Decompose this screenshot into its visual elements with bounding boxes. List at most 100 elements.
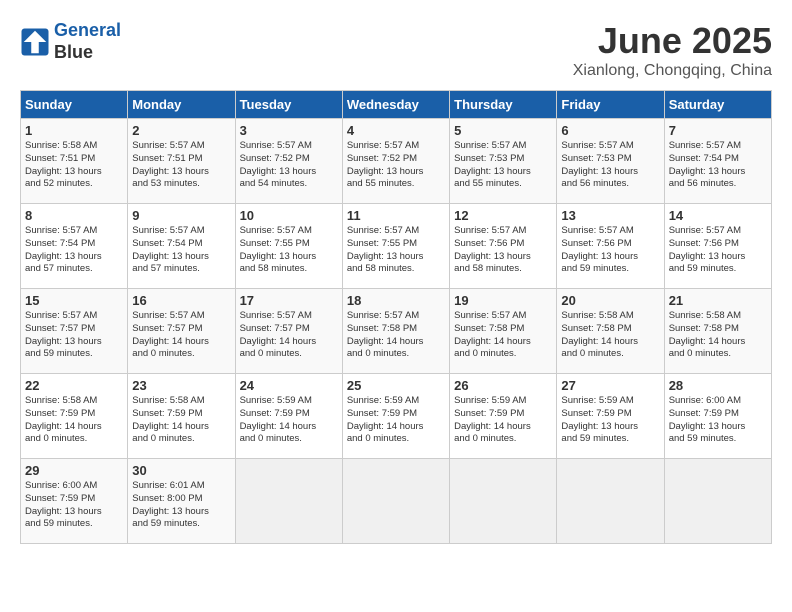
calendar-day-cell — [664, 459, 771, 544]
day-number: 21 — [669, 293, 767, 308]
calendar-day-cell: 12 Sunrise: 5:57 AMSunset: 7:56 PMDayligh… — [450, 204, 557, 289]
day-info: Sunrise: 6:00 AMSunset: 7:59 PMDaylight:… — [669, 395, 767, 446]
day-number: 27 — [561, 378, 659, 393]
day-info: Sunrise: 6:00 AMSunset: 7:59 PMDaylight:… — [25, 480, 123, 531]
day-number: 12 — [454, 208, 552, 223]
calendar-day-cell: 8 Sunrise: 5:57 AMSunset: 7:54 PMDaylight… — [21, 204, 128, 289]
day-number: 4 — [347, 123, 445, 138]
month-title: June 2025 — [573, 20, 772, 62]
day-number: 18 — [347, 293, 445, 308]
day-number: 22 — [25, 378, 123, 393]
weekday-header: Sunday — [21, 91, 128, 119]
day-info: Sunrise: 5:57 AMSunset: 7:58 PMDaylight:… — [454, 310, 552, 361]
calendar-day-cell: 25Sunrise: 5:59 AMSunset: 7:59 PMDayligh… — [342, 374, 449, 459]
day-info: Sunrise: 5:58 AMSunset: 7:59 PMDaylight:… — [132, 395, 230, 446]
day-info: Sunrise: 5:57 AMSunset: 7:52 PMDaylight:… — [347, 140, 445, 191]
day-info: Sunrise: 6:01 AMSunset: 8:00 PMDaylight:… — [132, 480, 230, 531]
day-info: Sunrise: 5:57 AMSunset: 7:57 PMDaylight:… — [132, 310, 230, 361]
calendar-day-cell: 27 Sunrise: 5:59 AMSunset: 7:59 PMDayligh… — [557, 374, 664, 459]
calendar-week-row: 8 Sunrise: 5:57 AMSunset: 7:54 PMDaylight… — [21, 204, 772, 289]
title-area: June 2025 Xianlong, Chongqing, China — [573, 20, 772, 80]
day-number: 24 — [240, 378, 338, 393]
calendar-day-cell: 28 Sunrise: 6:00 AMSunset: 7:59 PMDayligh… — [664, 374, 771, 459]
day-info: Sunrise: 5:57 AMSunset: 7:56 PMDaylight:… — [669, 225, 767, 276]
calendar-day-cell: 6 Sunrise: 5:57 AMSunset: 7:53 PMDaylight… — [557, 119, 664, 204]
calendar-day-cell: 9 Sunrise: 5:57 AMSunset: 7:54 PMDaylight… — [128, 204, 235, 289]
day-number: 30 — [132, 463, 230, 478]
calendar-day-cell: 2 Sunrise: 5:57 AMSunset: 7:51 PMDaylight… — [128, 119, 235, 204]
day-info: Sunrise: 5:57 AMSunset: 7:54 PMDaylight:… — [132, 225, 230, 276]
calendar-day-cell: 3Sunrise: 5:57 AMSunset: 7:52 PMDaylight… — [235, 119, 342, 204]
day-info: Sunrise: 5:57 AMSunset: 7:54 PMDaylight:… — [25, 225, 123, 276]
day-info: Sunrise: 5:57 AMSunset: 7:56 PMDaylight:… — [561, 225, 659, 276]
day-number: 15 — [25, 293, 123, 308]
day-info: Sunrise: 5:57 AMSunset: 7:53 PMDaylight:… — [454, 140, 552, 191]
weekday-header: Saturday — [664, 91, 771, 119]
day-number: 28 — [669, 378, 767, 393]
logo-icon — [20, 27, 50, 57]
calendar-day-cell: 14 Sunrise: 5:57 AMSunset: 7:56 PMDayligh… — [664, 204, 771, 289]
calendar-day-cell: 26Sunrise: 5:59 AMSunset: 7:59 PMDayligh… — [450, 374, 557, 459]
calendar-table: SundayMondayTuesdayWednesdayThursdayFrid… — [20, 90, 772, 544]
calendar-day-cell — [450, 459, 557, 544]
day-number: 16 — [132, 293, 230, 308]
weekday-header: Thursday — [450, 91, 557, 119]
day-number: 1 — [25, 123, 123, 138]
weekday-header-row: SundayMondayTuesdayWednesdayThursdayFrid… — [21, 91, 772, 119]
day-number: 10 — [240, 208, 338, 223]
calendar-day-cell: 13 Sunrise: 5:57 AMSunset: 7:56 PMDayligh… — [557, 204, 664, 289]
day-number: 25 — [347, 378, 445, 393]
logo-text: General Blue — [54, 20, 121, 63]
day-number: 9 — [132, 208, 230, 223]
calendar-day-cell: 22Sunrise: 5:58 AMSunset: 7:59 PMDayligh… — [21, 374, 128, 459]
calendar-day-cell: 19Sunrise: 5:57 AMSunset: 7:58 PMDayligh… — [450, 289, 557, 374]
calendar-week-row: 29Sunrise: 6:00 AMSunset: 7:59 PMDayligh… — [21, 459, 772, 544]
calendar-day-cell — [557, 459, 664, 544]
calendar-day-cell: 11Sunrise: 5:57 AMSunset: 7:55 PMDayligh… — [342, 204, 449, 289]
calendar-day-cell: 21 Sunrise: 5:58 AMSunset: 7:58 PMDayligh… — [664, 289, 771, 374]
calendar-day-cell: 5 Sunrise: 5:57 AMSunset: 7:53 PMDaylight… — [450, 119, 557, 204]
location-title: Xianlong, Chongqing, China — [573, 62, 772, 80]
calendar-week-row: 22 Sunrise: 5:58 AMSunset: 7:59 PMDayligh… — [21, 374, 772, 459]
day-info: Sunrise: 5:57 AMSunset: 7:57 PMDaylight:… — [240, 310, 338, 361]
day-number: 26 — [454, 378, 552, 393]
weekday-header: Tuesday — [235, 91, 342, 119]
day-number: 7 — [669, 123, 767, 138]
calendar-day-cell: 10 Sunrise: 5:57 AMSunset: 7:55 PMDayligh… — [235, 204, 342, 289]
calendar-day-cell — [342, 459, 449, 544]
day-number: 13 — [561, 208, 659, 223]
calendar-day-cell — [235, 459, 342, 544]
day-info: Sunrise: 5:57 AMSunset: 7:54 PMDaylight:… — [669, 140, 767, 191]
calendar-day-cell: 17 Sunrise: 5:57 AMSunset: 7:57 PMDayligh… — [235, 289, 342, 374]
day-number: 2 — [132, 123, 230, 138]
day-number: 5 — [454, 123, 552, 138]
day-number: 17 — [240, 293, 338, 308]
calendar-day-cell: 29Sunrise: 6:00 AMSunset: 7:59 PMDayligh… — [21, 459, 128, 544]
day-info: Sunrise: 5:57 AMSunset: 7:56 PMDaylight:… — [454, 225, 552, 276]
logo: General Blue — [20, 20, 121, 63]
weekday-header: Monday — [128, 91, 235, 119]
day-number: 6 — [561, 123, 659, 138]
day-info: Sunrise: 5:58 AMSunset: 7:58 PMDaylight:… — [669, 310, 767, 361]
weekday-header: Friday — [557, 91, 664, 119]
calendar-day-cell: 16 Sunrise: 5:57 AMSunset: 7:57 PMDayligh… — [128, 289, 235, 374]
day-number: 14 — [669, 208, 767, 223]
day-info: Sunrise: 5:57 AMSunset: 7:55 PMDaylight:… — [240, 225, 338, 276]
calendar-day-cell: 18 Sunrise: 5:57 AMSunset: 7:58 PMDayligh… — [342, 289, 449, 374]
day-info: Sunrise: 5:57 AMSunset: 7:58 PMDaylight:… — [347, 310, 445, 361]
calendar-day-cell: 20Sunrise: 5:58 AMSunset: 7:58 PMDayligh… — [557, 289, 664, 374]
day-info: Sunrise: 5:57 AMSunset: 7:55 PMDaylight:… — [347, 225, 445, 276]
calendar-day-cell: 4 Sunrise: 5:57 AMSunset: 7:52 PMDaylight… — [342, 119, 449, 204]
day-info: Sunrise: 5:57 AMSunset: 7:51 PMDaylight:… — [132, 140, 230, 191]
day-info: Sunrise: 5:58 AMSunset: 7:58 PMDaylight:… — [561, 310, 659, 361]
day-info: Sunrise: 5:57 AMSunset: 7:53 PMDaylight:… — [561, 140, 659, 191]
calendar-week-row: 15 Sunrise: 5:57 AMSunset: 7:57 PMDayligh… — [21, 289, 772, 374]
day-number: 23 — [132, 378, 230, 393]
day-info: Sunrise: 5:58 AMSunset: 7:51 PMDaylight:… — [25, 140, 123, 191]
day-number: 8 — [25, 208, 123, 223]
calendar-day-cell: 1 Sunrise: 5:58 AMSunset: 7:51 PMDaylight… — [21, 119, 128, 204]
calendar-week-row: 1 Sunrise: 5:58 AMSunset: 7:51 PMDaylight… — [21, 119, 772, 204]
page-header: General Blue June 2025 Xianlong, Chongqi… — [20, 20, 772, 80]
day-info: Sunrise: 5:59 AMSunset: 7:59 PMDaylight:… — [561, 395, 659, 446]
day-info: Sunrise: 5:59 AMSunset: 7:59 PMDaylight:… — [240, 395, 338, 446]
